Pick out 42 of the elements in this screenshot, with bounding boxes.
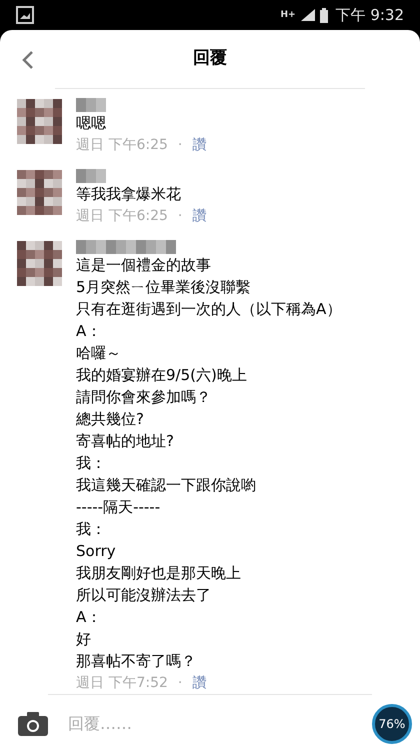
comment-line: 總共幾位? [76,409,144,430]
comment-time: 週日 下午6:25 [76,207,168,226]
comment-line: 我的婚宴辦在9/5(六)晚上 [76,365,247,386]
comment-time: 週日 下午6:25 [76,136,168,155]
comment-line: 好 [76,629,91,650]
blurred-name-drawing [76,169,106,183]
comment-line: -----隔天----- [76,497,160,518]
comment-line: 我： [76,519,106,540]
comment-line: Sorry [76,541,116,562]
battery-widget[interactable]: 76% [372,704,412,744]
like-link[interactable]: 讚 [192,672,206,694]
comment-line: 5月突然ㄧ位畢業後沒聯繫 [76,277,251,298]
comment-line: 等我我拿爆米花 [76,184,181,205]
comment-line: 這是一個禮金的故事 [76,255,211,276]
comment-line: A： [76,607,102,628]
dot-separator: · [178,674,182,693]
like-link[interactable]: 讚 [192,205,206,227]
dot-separator: · [178,136,182,155]
clock: 下午 9:32 [336,4,404,26]
comment-line: A： [76,321,102,342]
comment-time: 週日 下午7:52 [76,674,168,693]
signal-icon [300,8,316,22]
dot-separator: · [178,207,182,226]
comment-line: 嗯嗯 [76,113,106,134]
comment-line: 那喜帖不寄了嗎？ [76,651,196,672]
network-type: H+ [280,10,296,20]
comment-line: 所以可能沒辦法去了 [76,585,211,606]
comment-line: 哈囉～ [76,343,121,364]
battery-icon [320,8,328,22]
comment-line: 我這幾天確認一下跟你說喲 [76,475,256,496]
comment-line: 我朋友剛好也是那天晚上 [76,563,241,584]
comment-line: 我： [76,453,106,474]
blurred-name-drawing [76,98,106,112]
back-icon [22,50,34,70]
comment-line: 只有在逛街遇到一次的人（以下稱為A） [76,299,342,320]
like-link[interactable]: 讚 [192,134,206,156]
gallery-icon [16,6,34,24]
page-title: 回覆 [193,48,227,68]
reply-field[interactable]: 回覆…… [68,712,352,736]
camera-icon[interactable] [18,712,48,736]
comment-line: 請問你會來參加嗎？ [76,387,211,408]
comment-line: 寄喜帖的地址? [76,431,174,452]
